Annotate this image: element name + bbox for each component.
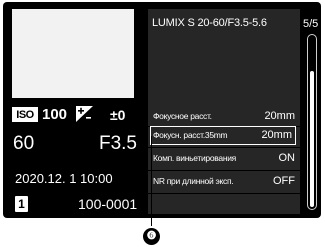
folder-file-number: 100-0001 <box>78 196 138 212</box>
row-label: NR при длинной эксп. <box>153 176 234 186</box>
image-thumbnail <box>12 9 134 98</box>
exposure-compensation-value: ±0 <box>110 107 126 123</box>
iso-icon: ISO <box>12 107 38 122</box>
vignetting-compensation-row: Комп. виньетирования ON <box>148 149 298 168</box>
exposure-info-row: ISO 100 ±0 <box>12 105 147 125</box>
callout-number: ❻ <box>143 228 160 245</box>
shutter-speed: 60 <box>13 133 35 154</box>
row-value: 20mm <box>261 129 292 141</box>
callout-leader-line <box>151 136 152 226</box>
focal-length-row: Фокусное расст. 20mm <box>148 107 298 126</box>
row-value: OFF <box>273 175 295 187</box>
row-label: Фокусн. расст.35mm <box>153 130 228 140</box>
page-indicator: 5/5 <box>303 18 319 30</box>
playback-screen: ISO 100 ±0 60 F3.5 2020.12. 1 10:00 1 10… <box>3 2 321 218</box>
row-label: Фокусное расст. <box>153 111 212 121</box>
row-value: ON <box>278 152 296 164</box>
recording-datetime: 2020.12. 1 10:00 <box>15 171 113 186</box>
divider <box>148 147 300 148</box>
card-slot-icon: 1 <box>15 196 28 212</box>
aperture-value: F3.5 <box>98 133 137 154</box>
iso-value: 100 <box>42 106 68 123</box>
focal-length-35mm-row: Фокусн. расст.35mm 20mm <box>150 126 296 145</box>
row-label: Комп. виньетирования <box>153 153 236 163</box>
divider <box>148 193 300 194</box>
row-value: 20mm <box>264 110 295 122</box>
divider <box>148 170 300 171</box>
long-exposure-nr-row: NR при длинной эксп. OFF <box>148 172 298 191</box>
detail-info-panel: LUMIX S 20-60/F3.5-5.6 Фокусное расст. 2… <box>148 9 300 214</box>
exposure-compensation-icon <box>76 106 93 122</box>
lens-name: LUMIX S 20-60/F3.5-5.6 <box>152 17 267 29</box>
scrollbar-thumb[interactable] <box>310 71 314 207</box>
scrollbar[interactable] <box>307 34 317 210</box>
